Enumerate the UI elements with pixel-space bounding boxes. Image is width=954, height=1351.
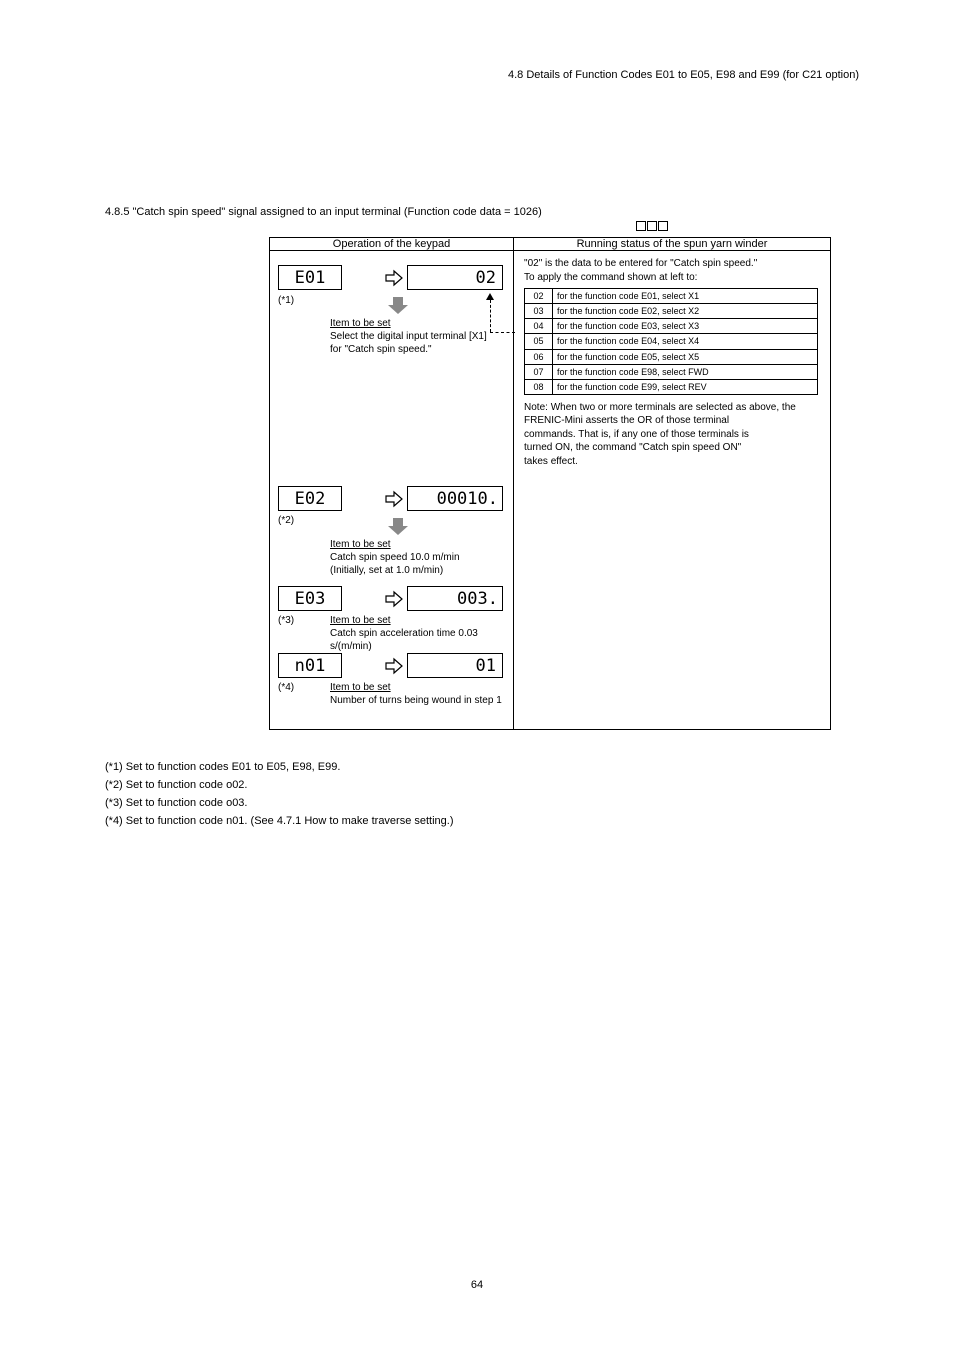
arrow-right-icon — [384, 589, 404, 609]
pointer-tip — [486, 293, 494, 300]
cell: 07 — [525, 364, 553, 379]
caption-body: Number of turns being wound in step 1 — [330, 695, 502, 706]
page-header: 4.8 Details of Function Codes E01 to E05… — [508, 69, 859, 81]
cell: 06 — [525, 349, 553, 364]
pointer-h — [490, 332, 515, 333]
lcd-val-e03: 003. — [407, 586, 503, 611]
caption-title: Item to be set — [330, 539, 391, 550]
main-table: Operation of the keypad Running status o… — [269, 237, 831, 730]
right-intro: "02" is the data to be entered for "Catc… — [524, 257, 822, 271]
terminal-table: 02for the function code E01, select X1 0… — [524, 288, 818, 395]
cell: for the function code E02, select X2 — [553, 304, 818, 319]
caption-title: Item to be set — [330, 682, 391, 693]
footnote-2: (*2) Set to function code o02. — [105, 778, 247, 793]
row-label-1: (*1) — [278, 294, 294, 307]
section-title: 4.8.5 "Catch spin speed" signal assigned… — [105, 206, 542, 218]
arrow-down-icon — [387, 295, 409, 315]
footnote-3: (*3) Set to function code o03. — [105, 796, 247, 811]
cell: for the function code E01, select X1 — [553, 289, 818, 304]
page-number: 64 — [0, 1279, 954, 1291]
cell: for the function code E03, select X3 — [553, 319, 818, 334]
cell: 03 — [525, 304, 553, 319]
caption-body: Catch spin acceleration time 0.03 s/(m/m… — [330, 628, 478, 652]
lcd-code-e03: E03 — [278, 586, 342, 611]
arrow-down-icon — [387, 516, 409, 536]
cell: for the function code E98, select FWD — [553, 364, 818, 379]
square-decor — [636, 218, 669, 234]
arrow-right-icon — [384, 489, 404, 509]
lcd-val-n01: 01 — [407, 653, 503, 678]
caption-title: Item to be set — [330, 615, 391, 626]
arrow-right-icon — [384, 268, 404, 288]
lcd-val-e01: 02 — [407, 265, 503, 290]
cell: for the function code E99, select REV — [553, 379, 818, 394]
footnote-1: (*1) Set to function codes E01 to E05, E… — [105, 760, 340, 775]
footnote-4: (*4) Set to function code n01. (See 4.7.… — [105, 814, 454, 829]
caption-e01: Item to be set Select the digital input … — [330, 317, 500, 356]
cell: 08 — [525, 379, 553, 394]
cell: 02 — [525, 289, 553, 304]
lcd-val-e02: 00010. — [407, 486, 503, 511]
pointer-v — [490, 300, 491, 332]
lcd-code-n01: n01 — [278, 653, 342, 678]
col-header-right: Running status of the spun yarn winder — [514, 238, 831, 251]
lcd-code-e01: E01 — [278, 265, 342, 290]
cell: for the function code E05, select X5 — [553, 349, 818, 364]
caption-n01: Item to be set Number of turns being wou… — [330, 681, 510, 707]
lcd-code-e02: E02 — [278, 486, 342, 511]
row-label-2: (*2) — [278, 514, 294, 527]
cell: for the function code E04, select X4 — [553, 334, 818, 349]
col-header-left: Operation of the keypad — [270, 238, 514, 251]
right-sub: To apply the command shown at left to: — [524, 271, 822, 285]
cell: 04 — [525, 319, 553, 334]
caption-body: Select the digital input terminal [X1] f… — [330, 331, 487, 355]
row-label-3: (*3) — [278, 614, 294, 627]
caption-title: Item to be set — [330, 318, 391, 329]
left-panel: E01 02 (*1) Item to be set Select the di… — [270, 251, 513, 729]
row-label-4: (*4) — [278, 681, 294, 694]
arrow-right-icon — [384, 656, 404, 676]
cell: 05 — [525, 334, 553, 349]
caption-e03: Item to be set Catch spin acceleration t… — [330, 614, 510, 653]
caption-e02: Item to be set Catch spin speed 10.0 m/m… — [330, 538, 500, 577]
note-text: Note: When two or more terminals are sel… — [524, 401, 822, 469]
right-panel: "02" is the data to be entered for "Catc… — [514, 251, 830, 729]
